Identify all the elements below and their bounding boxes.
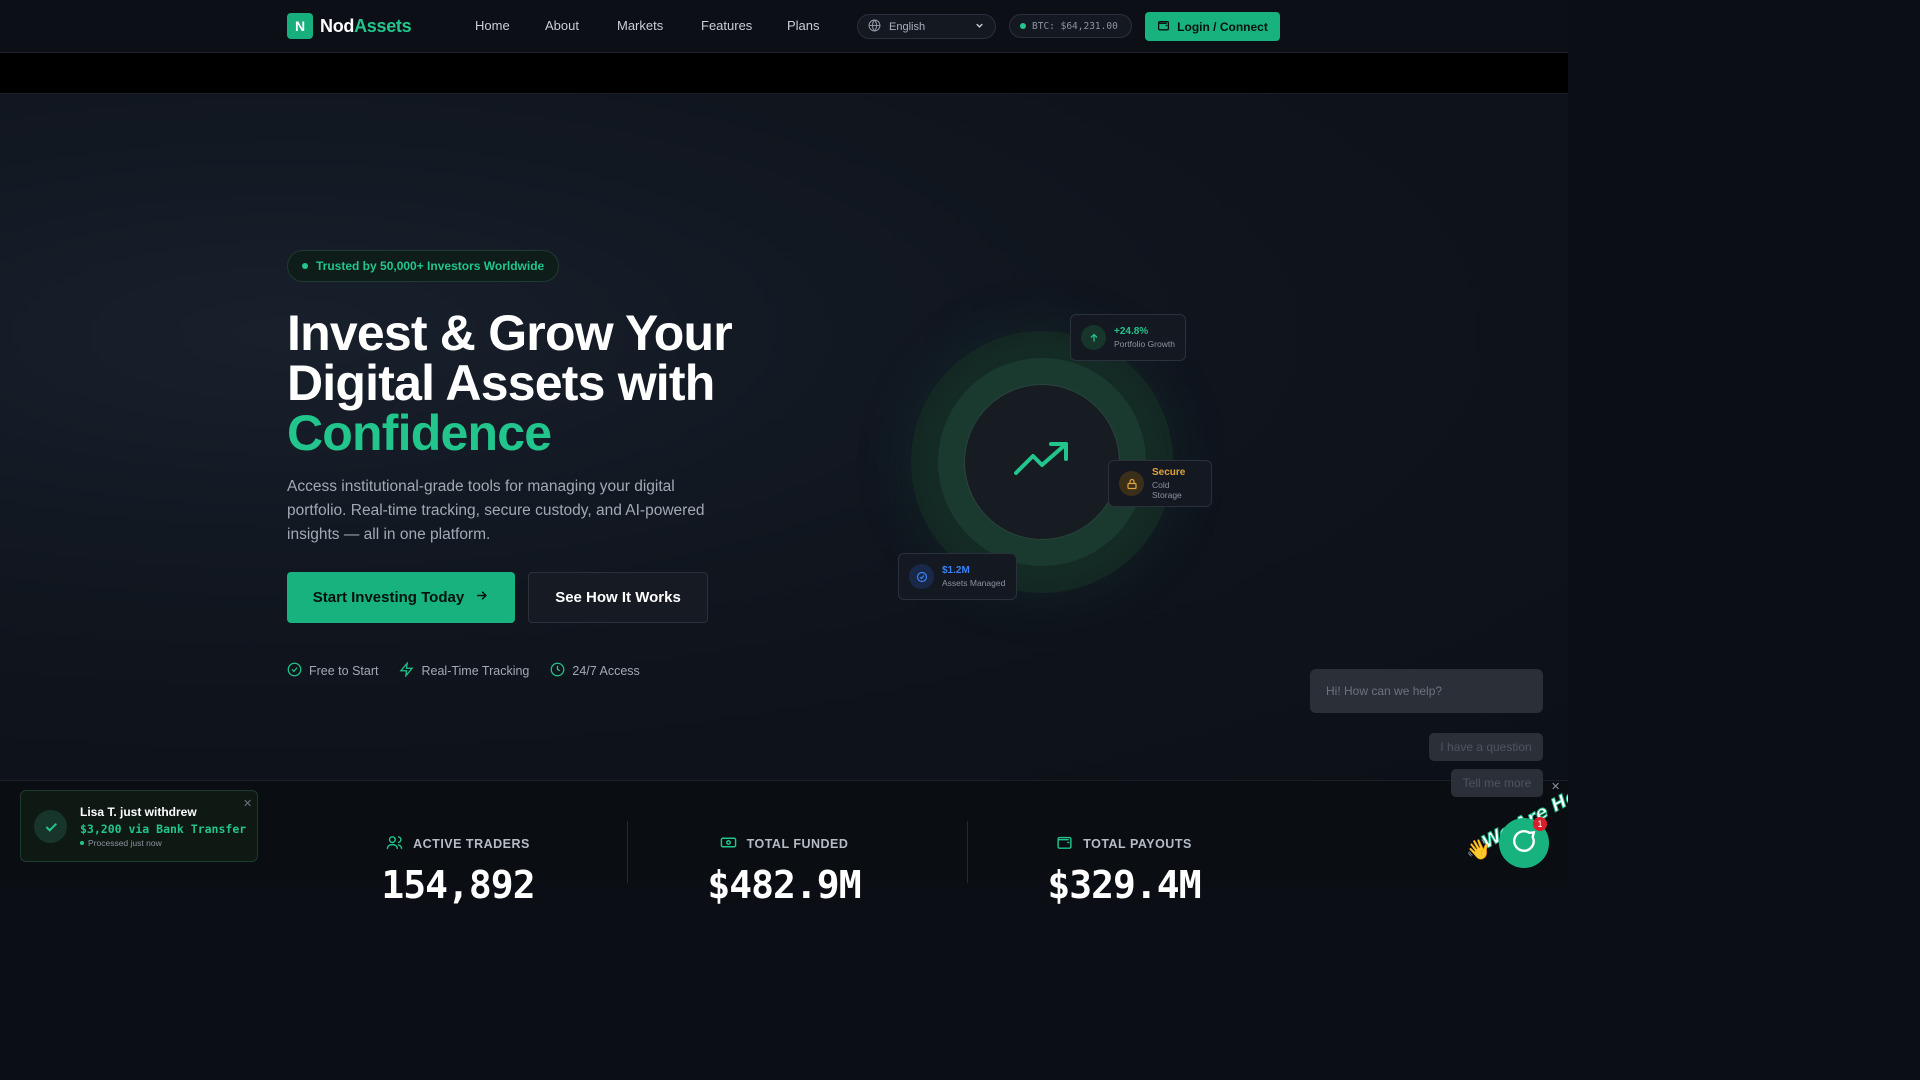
feature-item: Free to Start (287, 662, 378, 680)
growth-label: Portfolio Growth (1114, 339, 1175, 349)
secure-card: Secure Cold Storage (1108, 460, 1212, 507)
live-dot-icon (1020, 23, 1026, 29)
chevron-down-icon (974, 20, 985, 34)
hero-title-accent: Confidence (287, 405, 552, 461)
stat-active-traders: ACTIVE TRADERS 154,892 (288, 781, 628, 907)
logo-badge: N (287, 13, 313, 39)
ticker-strip (0, 53, 1568, 94)
visual-center (964, 384, 1120, 540)
feature-item: Real-Time Tracking (399, 661, 530, 680)
wallet-icon (1157, 19, 1170, 35)
stat-label: TOTAL FUNDED (746, 837, 849, 851)
see-how-it-works-button[interactable]: See How It Works (528, 572, 708, 623)
login-label: Login / Connect (1177, 19, 1268, 34)
start-investing-label: Start Investing Today (312, 589, 465, 606)
see-how-label: See How It Works (555, 589, 681, 606)
toast-title: Lisa T. just withdrew (80, 805, 197, 819)
svg-text:👋: 👋 (1466, 838, 1491, 860)
growth-value: +24.8% (1114, 326, 1149, 337)
toast-amount: $3,200 via Bank Transfer (80, 822, 247, 836)
check-circle-icon (287, 662, 302, 680)
withdrawal-toast: Lisa T. just withdrew $3,200 via Bank Tr… (20, 790, 258, 862)
status-dot-icon (80, 841, 84, 845)
btc-ticker: BTC: $64,231.00 (1009, 14, 1132, 38)
stat-value: $482.9M (707, 863, 861, 907)
start-investing-button[interactable]: Start Investing Today (287, 572, 515, 623)
lock-icon (1119, 471, 1144, 496)
logo[interactable]: N NodAssets (287, 13, 412, 39)
nav-link-markets[interactable]: Markets (617, 18, 663, 33)
logo-text: NodAssets (320, 15, 412, 36)
assets-value: $1.2M (942, 565, 970, 576)
chat-icon (1511, 828, 1537, 859)
feature-item: 24/7 Access (550, 662, 640, 680)
growth-card: +24.8% Portfolio Growth (1070, 314, 1186, 361)
hero-title: Invest & Grow Your Digital Assets with C… (287, 308, 807, 458)
lightning-icon (399, 661, 414, 680)
chat-option-question[interactable]: I have a question (1429, 733, 1543, 761)
hero-title-line2: Digital Assets with (287, 355, 715, 411)
stat-total-funded: TOTAL FUNDED $482.9M (614, 781, 954, 907)
feature-list: Free to Start Real-Time Tracking 24/7 Ac… (287, 661, 640, 680)
stat-value: 154,892 (381, 863, 535, 907)
nav-link-features[interactable]: Features (701, 18, 752, 33)
feature-label: 24/7 Access (572, 664, 640, 678)
feature-label: Free to Start (309, 664, 379, 678)
wallet-icon (1056, 834, 1073, 854)
trending-up-icon (1013, 440, 1071, 485)
arrow-right-icon (474, 588, 489, 607)
stat-label: TOTAL PAYOUTS (1083, 837, 1192, 851)
top-navbar: N NodAssets Home About Markets Features … (0, 0, 1568, 53)
status-dot-icon (302, 263, 308, 269)
stat-total-payouts: TOTAL PAYOUTS $329.4M (954, 781, 1294, 907)
stat-value: $329.4M (1047, 863, 1201, 907)
login-button[interactable]: Login / Connect (1145, 12, 1280, 41)
chat-greeting: Hi! How can we help? (1310, 669, 1543, 713)
arrow-up-icon (1081, 325, 1106, 350)
toast-status: Processed just now (80, 838, 162, 848)
trust-badge: Trusted by 50,000+ Investors Worldwide (287, 250, 559, 282)
cash-icon (720, 834, 737, 854)
check-icon (34, 810, 67, 843)
assets-card: $1.2M Assets Managed (898, 553, 1017, 600)
users-icon (386, 834, 403, 854)
clock-icon (550, 662, 565, 680)
secure-label: Cold Storage (1152, 480, 1182, 500)
language-label: English (889, 20, 926, 33)
nav-link-home[interactable]: Home (475, 18, 510, 33)
hero-title-line1: Invest & Grow Your (287, 305, 733, 361)
trust-badge-label: Trusted by 50,000+ Investors Worldwide (316, 259, 545, 273)
language-select[interactable]: English (857, 14, 996, 39)
nav-link-about[interactable]: About (545, 18, 579, 33)
notification-badge: 1 (1533, 817, 1547, 831)
feature-label: Real-Time Tracking (421, 664, 530, 678)
close-icon[interactable]: ✕ (243, 797, 252, 810)
nav-link-plans[interactable]: Plans (787, 18, 820, 33)
secure-value: Secure (1152, 467, 1186, 478)
verified-icon (909, 564, 934, 589)
assets-label: Assets Managed (942, 578, 1006, 588)
btc-price: BTC: $64,231.00 (1032, 20, 1118, 32)
hero-subtitle: Access institutional-grade tools for man… (287, 478, 705, 543)
stat-label: ACTIVE TRADERS (413, 837, 530, 851)
globe-icon (868, 19, 881, 35)
